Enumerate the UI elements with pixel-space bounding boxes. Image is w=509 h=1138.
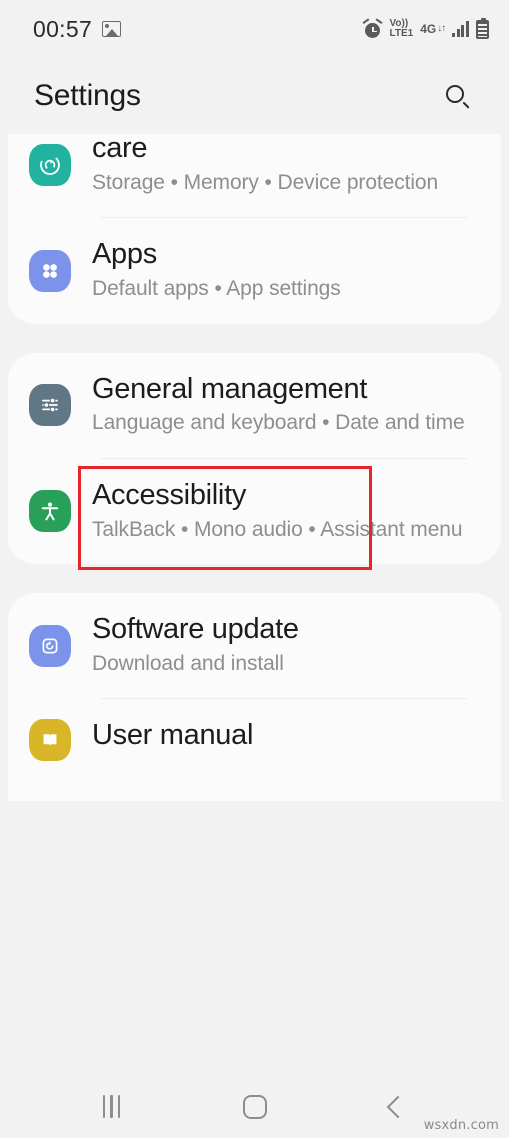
list-item-title: Apps <box>92 238 157 271</box>
settings-card-3: Software update Download and install Use… <box>8 593 501 802</box>
signal-bars-icon <box>452 21 469 37</box>
data-arrows-icon: ↓↑ <box>437 23 446 34</box>
home-icon <box>242 1094 267 1119</box>
icon-slot <box>8 479 92 544</box>
list-item-title: General management <box>92 372 368 405</box>
list-item-subtitle: Storage • Memory • Device protection <box>92 170 439 194</box>
search-button[interactable] <box>435 74 479 118</box>
icon-slot <box>8 238 92 303</box>
list-item-apps[interactable]: Apps Default apps • App settings <box>8 218 501 323</box>
user-manual-icon <box>29 719 71 762</box>
list-item-subtitle: Default apps • App settings <box>92 277 341 301</box>
settings-card-2: General management Language and keyboard… <box>8 352 501 565</box>
list-item-subtitle: Language and keyboard • Date and time <box>92 411 465 435</box>
status-bar-right: Vo)) LTE1 4G ↓↑ <box>362 17 489 39</box>
settings-card-1: care Storage • Memory • Device protectio… <box>8 134 501 324</box>
general-management-icon <box>29 384 71 427</box>
list-item-title: Software update <box>92 613 299 646</box>
back-icon <box>386 1095 409 1118</box>
status-clock: 00:57 <box>33 15 93 42</box>
list-item-text: Accessibility TalkBack • Mono audio • As… <box>92 479 485 544</box>
software-update-icon <box>29 624 71 667</box>
recents-button[interactable] <box>77 1084 147 1130</box>
list-item-title: Accessibility <box>92 478 247 511</box>
list-item-text: Apps Default apps • App settings <box>92 238 485 303</box>
icon-slot <box>8 134 92 197</box>
settings-list[interactable]: care Storage • Memory • Device protectio… <box>0 134 509 1075</box>
alarm-icon <box>362 17 383 39</box>
list-item-text: Software update Download and install <box>92 613 485 678</box>
photo-icon <box>102 21 122 37</box>
list-item-user-manual[interactable]: User manual <box>8 699 501 801</box>
list-item-software-update[interactable]: Software update Download and install <box>8 593 501 698</box>
page-title: Settings <box>34 79 141 112</box>
icon-slot <box>8 613 92 678</box>
list-item-accessibility[interactable]: Accessibility TalkBack • Mono audio • As… <box>8 459 501 564</box>
recents-icon <box>102 1095 121 1118</box>
icon-slot <box>8 719 92 762</box>
icon-slot <box>8 373 92 438</box>
accessibility-icon <box>29 490 71 533</box>
search-icon <box>445 84 470 109</box>
device-care-icon <box>29 143 71 186</box>
list-item-text: User manual <box>92 719 485 761</box>
network-4g-icon: 4G ↓↑ <box>420 22 446 36</box>
apps-icon <box>29 249 71 292</box>
list-item-title: User manual <box>92 719 254 752</box>
list-item-title: care <box>92 134 148 164</box>
list-item-device-care[interactable]: care Storage • Memory • Device protectio… <box>8 134 501 217</box>
title-bar: Settings <box>0 58 509 134</box>
back-button[interactable] <box>363 1084 433 1130</box>
home-button[interactable] <box>220 1084 290 1130</box>
status-bar: 00:57 Vo)) LTE1 4G ↓↑ <box>0 0 509 58</box>
list-item-subtitle: Download and install <box>92 651 284 675</box>
list-item-general-management[interactable]: General management Language and keyboard… <box>8 353 501 458</box>
status-bar-left: 00:57 <box>33 15 122 43</box>
list-item-text: care Storage • Memory • Device protectio… <box>92 134 485 197</box>
volte-icon: Vo)) LTE1 <box>389 19 413 39</box>
phone-screen: 00:57 Vo)) LTE1 4G ↓↑ Settings care Stor… <box>0 0 509 1138</box>
battery-icon <box>476 17 489 39</box>
watermark: wsxdn.com <box>423 1118 499 1133</box>
list-item-text: General management Language and keyboard… <box>92 373 485 438</box>
list-item-subtitle: TalkBack • Mono audio • Assistant menu <box>92 517 463 541</box>
volte-line2: LTE1 <box>389 28 414 39</box>
network-4g-label: 4G <box>420 22 437 36</box>
